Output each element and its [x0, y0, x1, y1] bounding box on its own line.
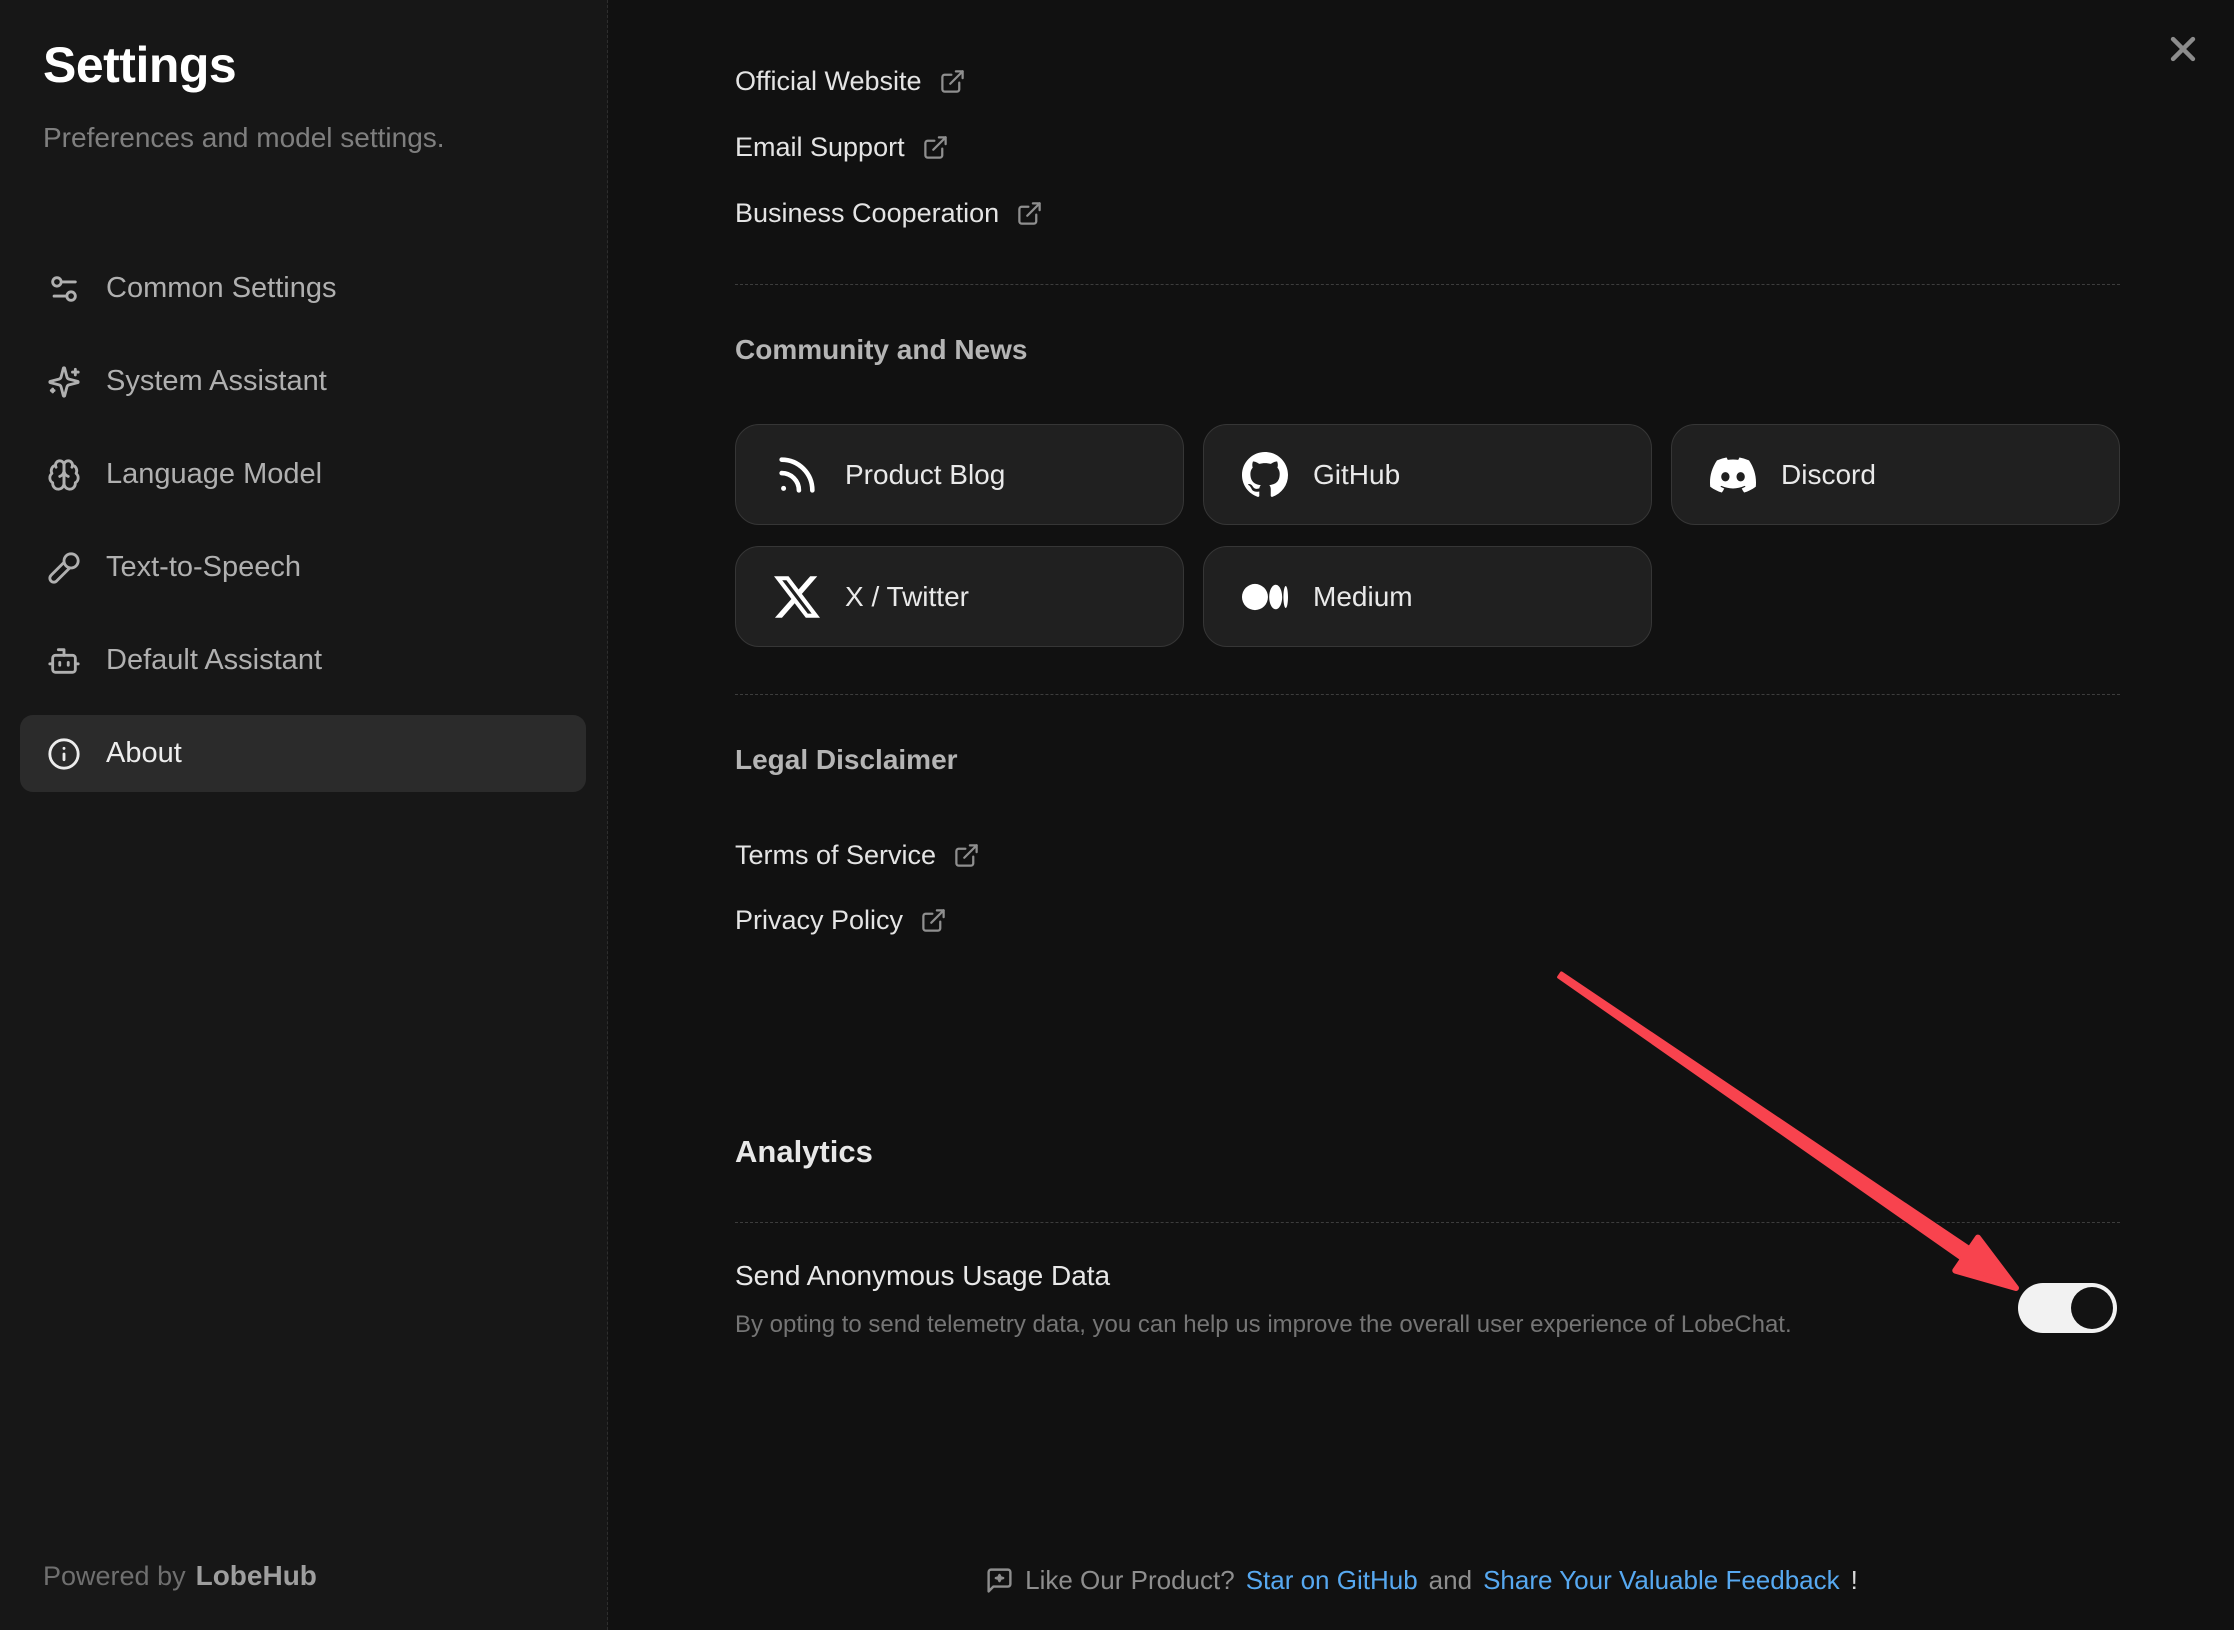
microphone-icon: [47, 551, 81, 585]
discord-button[interactable]: Discord: [1671, 424, 2120, 525]
sidebar-item-label: About: [106, 737, 182, 770]
powered-by: Powered by LobeHub: [43, 1560, 317, 1592]
email-support-link[interactable]: Email Support: [735, 128, 949, 166]
footer-note-suffix: !: [1851, 1565, 1858, 1596]
sidebar-item-label: System Assistant: [106, 365, 327, 398]
bot-icon: [47, 644, 81, 678]
section-divider: [735, 1222, 2120, 1223]
brain-icon: [47, 458, 81, 492]
footer-note-middle: and: [1429, 1565, 1472, 1596]
about-panel: Contact Us Official Website Email Suppor…: [609, 0, 2234, 1630]
settings-nav: Common Settings System Assistant Languag…: [20, 250, 586, 792]
sidebar-item-system-assistant[interactable]: System Assistant: [20, 343, 586, 420]
sidebar-item-common-settings[interactable]: Common Settings: [20, 250, 586, 327]
page-subtitle: Preferences and model settings.: [43, 122, 445, 154]
sidebar-item-text-to-speech[interactable]: Text-to-Speech: [20, 529, 586, 606]
sidebar-item-default-assistant[interactable]: Default Assistant: [20, 622, 586, 699]
external-link-icon: [953, 842, 980, 869]
discord-icon: [1710, 452, 1756, 498]
github-icon: [1242, 452, 1288, 498]
close-icon: [2166, 32, 2200, 66]
feedback-bubble-icon: [985, 1566, 1014, 1595]
section-title-contact-us: Contact Us: [740, 0, 888, 6]
x-twitter-button[interactable]: X / Twitter: [735, 546, 1184, 647]
star-on-github-link[interactable]: Star on GitHub: [1246, 1565, 1418, 1596]
medium-button[interactable]: Medium: [1203, 546, 1652, 647]
usage-data-label: Send Anonymous Usage Data: [735, 1260, 1110, 1292]
page-title: Settings: [43, 36, 236, 94]
settings-sidebar: Settings Preferences and model settings.…: [0, 0, 608, 1630]
rss-icon: [774, 452, 820, 498]
official-website-link[interactable]: Official Website: [735, 62, 966, 100]
powered-by-text: Powered by: [43, 1561, 186, 1591]
section-title-analytics: Analytics: [735, 1134, 873, 1170]
external-link-icon: [1016, 200, 1043, 227]
external-link-icon: [922, 134, 949, 161]
share-feedback-link[interactable]: Share Your Valuable Feedback: [1483, 1565, 1840, 1596]
settings-sliders-icon: [47, 272, 81, 306]
external-link-icon: [939, 68, 966, 95]
privacy-policy-link[interactable]: Privacy Policy: [735, 901, 947, 939]
section-divider: [735, 284, 2120, 285]
footer-note-prefix: Like Our Product?: [1025, 1565, 1235, 1596]
section-divider: [735, 694, 2120, 695]
business-cooperation-link[interactable]: Business Cooperation: [735, 194, 1043, 232]
usage-data-toggle[interactable]: [2018, 1283, 2117, 1333]
settings-modal: Settings Preferences and model settings.…: [0, 0, 2234, 1630]
external-link-icon: [920, 907, 947, 934]
sidebar-item-language-model[interactable]: Language Model: [20, 436, 586, 513]
sidebar-item-label: Language Model: [106, 458, 322, 491]
section-title-community: Community and News: [735, 334, 1027, 366]
sidebar-item-label: Common Settings: [106, 272, 337, 305]
x-twitter-icon: [774, 574, 820, 620]
terms-of-service-link[interactable]: Terms of Service: [735, 836, 980, 874]
usage-data-description: By opting to send telemetry data, you ca…: [735, 1311, 1792, 1339]
close-button[interactable]: [2161, 27, 2205, 71]
info-icon: [47, 737, 81, 771]
product-blog-button[interactable]: Product Blog: [735, 424, 1184, 525]
sparkles-icon: [47, 365, 81, 399]
about-content: Contact Us Official Website Email Suppor…: [735, 0, 2120, 1630]
community-buttons-row-2: X / Twitter Medium: [735, 546, 1652, 647]
footer-note: Like Our Product? Star on GitHub and Sha…: [609, 1560, 2234, 1600]
github-button[interactable]: GitHub: [1203, 424, 1652, 525]
toggle-knob: [2071, 1287, 2113, 1329]
medium-icon: [1242, 574, 1288, 620]
sidebar-item-label: Default Assistant: [106, 644, 322, 677]
sidebar-item-label: Text-to-Speech: [106, 551, 301, 584]
brand-logo: LobeHub: [196, 1560, 317, 1591]
section-title-legal: Legal Disclaimer: [735, 744, 958, 776]
sidebar-item-about[interactable]: About: [20, 715, 586, 792]
community-buttons-row-1: Product Blog GitHub Discord: [735, 424, 2120, 525]
